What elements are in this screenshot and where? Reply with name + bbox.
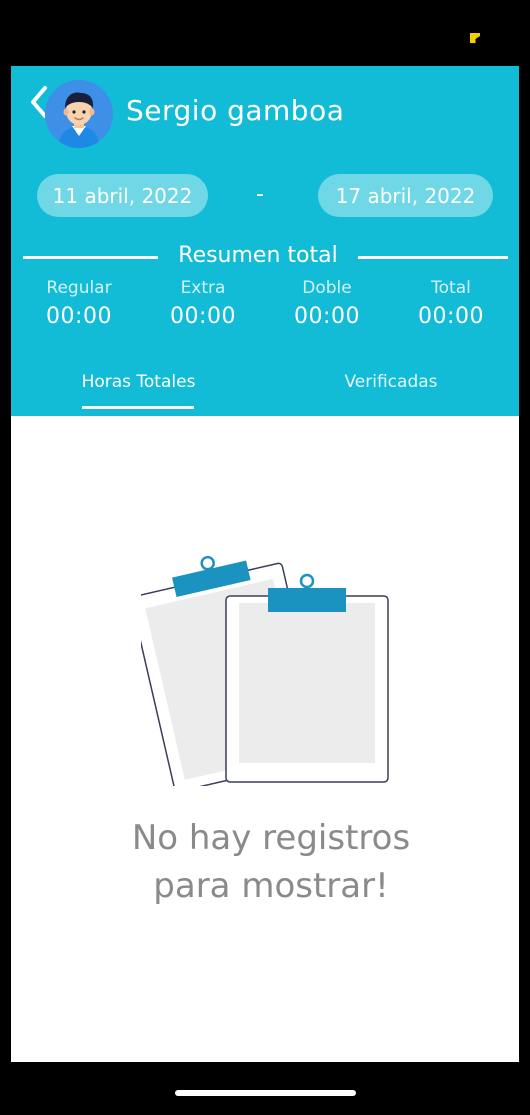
stat-doble: Doble 00:00 <box>267 278 387 329</box>
stat-value: 00:00 <box>170 304 236 329</box>
stat-regular: Regular 00:00 <box>19 278 139 329</box>
stat-extra: Extra 00:00 <box>143 278 263 329</box>
stat-total: Total 00:00 <box>391 278 511 329</box>
end-date-chip[interactable]: 17 abril, 2022 <box>318 174 493 217</box>
active-tab-indicator <box>82 406 194 409</box>
empty-state-message: No hay registros para mostrar! <box>71 814 471 910</box>
avatar <box>45 80 113 148</box>
tab-verificadas[interactable]: Verificadas <box>316 372 466 392</box>
user-avatar-icon <box>45 80 113 148</box>
stat-value: 00:00 <box>294 304 360 329</box>
summary-divider-left <box>23 256 158 259</box>
start-date-chip[interactable]: 11 abril, 2022 <box>37 174 208 217</box>
empty-message-line2: para mostrar! <box>153 866 389 906</box>
empty-state-illustration <box>130 538 391 793</box>
stat-label: Doble <box>302 278 352 298</box>
user-name: Sergio gamboa <box>126 94 345 127</box>
status-bar <box>0 0 530 66</box>
clipboard-icon <box>130 555 389 793</box>
header: Sergio gamboa 11 abril, 2022 - 17 abril,… <box>11 66 519 416</box>
date-separator: - <box>256 182 264 207</box>
summary-divider-right <box>358 256 508 259</box>
app-screen: Sergio gamboa 11 abril, 2022 - 17 abril,… <box>11 66 519 1062</box>
stat-label: Total <box>431 278 471 298</box>
battery-icon <box>470 33 480 43</box>
stat-value: 00:00 <box>418 304 484 329</box>
home-indicator[interactable] <box>175 1090 356 1096</box>
stat-value: 00:00 <box>46 304 112 329</box>
empty-message-line1: No hay registros <box>131 818 411 858</box>
stat-label: Extra <box>180 278 226 298</box>
stat-label: Regular <box>46 278 112 298</box>
summary-title: Resumen total <box>178 243 338 268</box>
tab-horas-totales[interactable]: Horas Totales <box>66 372 211 392</box>
